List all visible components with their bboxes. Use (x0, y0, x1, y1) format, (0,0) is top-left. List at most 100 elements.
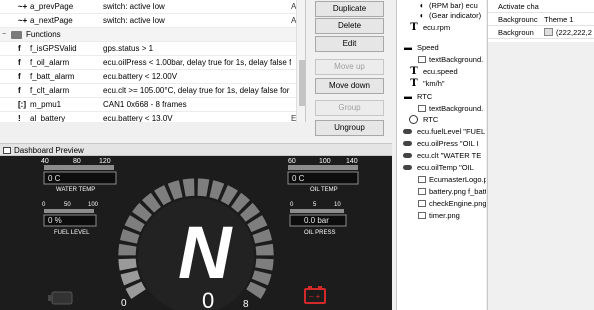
edit-button[interactable]: Edit (315, 36, 384, 52)
oil-press-tick-2: 10 (334, 202, 341, 208)
tree-item-label: battery.png f_batt (429, 187, 486, 196)
scrollbar-thumb[interactable] (299, 60, 305, 106)
list-item[interactable]: f f_isGPSValid gps.status > 1 (0, 42, 305, 56)
image-element-icon (418, 200, 426, 207)
fuel-level-tick-2: 100 (88, 202, 99, 208)
speed-value: 0 (202, 288, 214, 310)
image-element-icon (418, 176, 426, 183)
toggle-icon (403, 129, 412, 134)
list-item[interactable]: [:] m_pmu1 CAN1 0x668 - 8 frames (0, 98, 305, 112)
collapse-icon[interactable]: − (2, 28, 6, 42)
function-icon: f (18, 44, 21, 53)
item-value: ecu.oilPress < 1.00bar, delay true for 1… (103, 58, 291, 67)
move-up-button[interactable]: Move up (315, 59, 384, 75)
oil-temp-tick-0: 60 (288, 158, 296, 165)
tree-item[interactable]: ecu.oilTemp "OIL (397, 162, 486, 173)
tree-item-label: ecu.clt "WATER TE (417, 151, 482, 160)
water-temp-bar (44, 165, 114, 170)
move-down-button[interactable]: Move down (315, 78, 384, 94)
water-temp-tick-0: 40 (41, 158, 49, 165)
tree-item-label: ecu.speed (423, 67, 458, 76)
item-value: gps.status > 1 (103, 44, 154, 53)
property-row[interactable]: Backgrounc Theme 1 (488, 13, 594, 26)
rpm-segment (117, 243, 138, 256)
image-element-icon (418, 188, 426, 195)
ungroup-button[interactable]: Ungroup (315, 120, 384, 136)
delete-button[interactable]: Delete (315, 18, 384, 34)
list-item[interactable]: ~+ a_prevPage switch: active low A (0, 0, 305, 14)
tree-item[interactable]: Tecu.speed (397, 66, 486, 77)
fuel-level-tick-1: 50 (64, 202, 71, 208)
tree-item-label: EcumasterLogo.png (429, 175, 486, 184)
tree-item[interactable]: RTC (397, 114, 486, 125)
property-value[interactable]: Theme 1 (544, 13, 574, 25)
tree-item-label: textBackground. (429, 104, 484, 113)
water-temp-value: 0 C (48, 174, 61, 183)
gear-indicator: N (178, 211, 233, 294)
fuel-level-value: 0 % (48, 216, 62, 225)
tree-item-label: ecu.oilTemp "OIL (417, 163, 474, 172)
fuel-level-label: FUEL LEVEL (54, 230, 90, 236)
rpm-segment (196, 177, 211, 198)
rpm-gauge: N 0 0 8 (117, 177, 275, 310)
gauge-element-icon: ◐ (419, 11, 425, 20)
list-item[interactable]: f f_oil_alarm ecu.oilPress < 1.00bar, dela… (0, 56, 305, 70)
image-element-icon (418, 56, 426, 63)
list-item[interactable]: f f_batt_alarm ecu.battery < 12.00V (0, 70, 305, 84)
tree-item[interactable]: ◐ (Gear indicator) (397, 10, 486, 21)
tree-item-label: Speed (417, 43, 439, 52)
property-row[interactable]: Backgroun (222,222,2 (488, 26, 594, 39)
item-value: switch: active low (103, 16, 165, 25)
tree-item-label: RTC (423, 115, 439, 124)
element-tree[interactable]: ◐ (RPM bar) ecu ◐ (Gear indicator) Tecu.rpm ▬… (396, 0, 486, 310)
color-swatch[interactable] (544, 28, 553, 36)
list-item[interactable]: ! al_battery ecu.battery < 13.0V E (0, 112, 305, 122)
tree-item[interactable]: T "km/h" (397, 78, 486, 89)
dashboard-preview-title: Dashboard Preview (14, 146, 84, 155)
tree-item[interactable]: ▬ RTC (397, 91, 486, 102)
oil-temp-label: OIL TEMP (310, 187, 338, 193)
item-name: f_batt_alarm (30, 72, 75, 81)
duplicate-button[interactable]: Duplicate (315, 1, 384, 17)
tree-item[interactable]: battery.png f_batt (397, 186, 486, 197)
dashboard-preview-header: Dashboard Preview (0, 143, 392, 156)
list-item[interactable]: f f_clt_alarm ecu.clt >= 105.00°C, delay t… (0, 84, 305, 98)
item-list[interactable]: ~+ a_prevPage switch: active low A ~+ a_nextP… (0, 0, 306, 122)
group-button[interactable]: Group (315, 100, 384, 116)
tree-item[interactable]: textBackground. (397, 103, 486, 114)
oil-temp-gauge: 60 100 140 0 C OIL TEMP (287, 158, 359, 193)
item-value: CAN1 0x668 - 8 frames (103, 100, 187, 109)
tree-item[interactable]: ecu.clt "WATER TE (397, 150, 486, 161)
tree-item[interactable]: checkEngine.png (397, 198, 486, 209)
oil-temp-tick-1: 100 (319, 158, 331, 165)
group-label: Functions (26, 30, 61, 39)
properties-grid[interactable]: Activate cha Backgrounc Theme 1 Backgroun (2… (487, 0, 594, 42)
tree-item-label: (Gear indicator) (429, 11, 482, 20)
tree-item[interactable]: Tecu.rpm (397, 22, 486, 33)
tree-item[interactable]: timer.png (397, 210, 486, 221)
tree-item-label: ecu.rpm (423, 23, 451, 32)
folder-icon: ▬ (404, 43, 412, 52)
list-group-row[interactable]: − Functions (0, 28, 305, 42)
item-name: al_battery (30, 114, 66, 122)
rpm-segment (117, 257, 138, 272)
tree-item[interactable]: ecu.fuelLevel "FUEL (397, 126, 486, 137)
water-temp-gauge: 40 80 120 0 C WATER TEMP (41, 158, 117, 193)
tree-item[interactable]: EcumasterLogo.png (397, 174, 486, 185)
tree-item[interactable]: ▬ Speed (397, 42, 486, 53)
fuel-level-tick-0: 0 (42, 202, 46, 208)
oil-temp-tick-2: 140 (346, 158, 358, 165)
oil-press-bar (290, 209, 344, 213)
can-message-icon: [:] (18, 100, 26, 109)
list-item[interactable]: ~+ a_nextPage switch: active low A (0, 14, 305, 28)
text-element-icon: T (410, 22, 418, 33)
battery-warning-icon: – + (304, 286, 326, 304)
tree-item[interactable]: textBackground. (397, 54, 486, 65)
list-scrollbar[interactable] (296, 0, 305, 122)
property-row[interactable]: Activate cha (488, 0, 594, 13)
property-value[interactable]: (222,222,2 (556, 26, 592, 38)
dashboard-preview-canvas[interactable]: 40 80 120 0 C WATER TEMP 0 50 100 0 % FU… (0, 156, 392, 310)
rpm-segment (254, 257, 275, 272)
tree-item[interactable]: ecu.oilPress "OIL I (397, 138, 486, 149)
toggle-icon (403, 153, 412, 158)
